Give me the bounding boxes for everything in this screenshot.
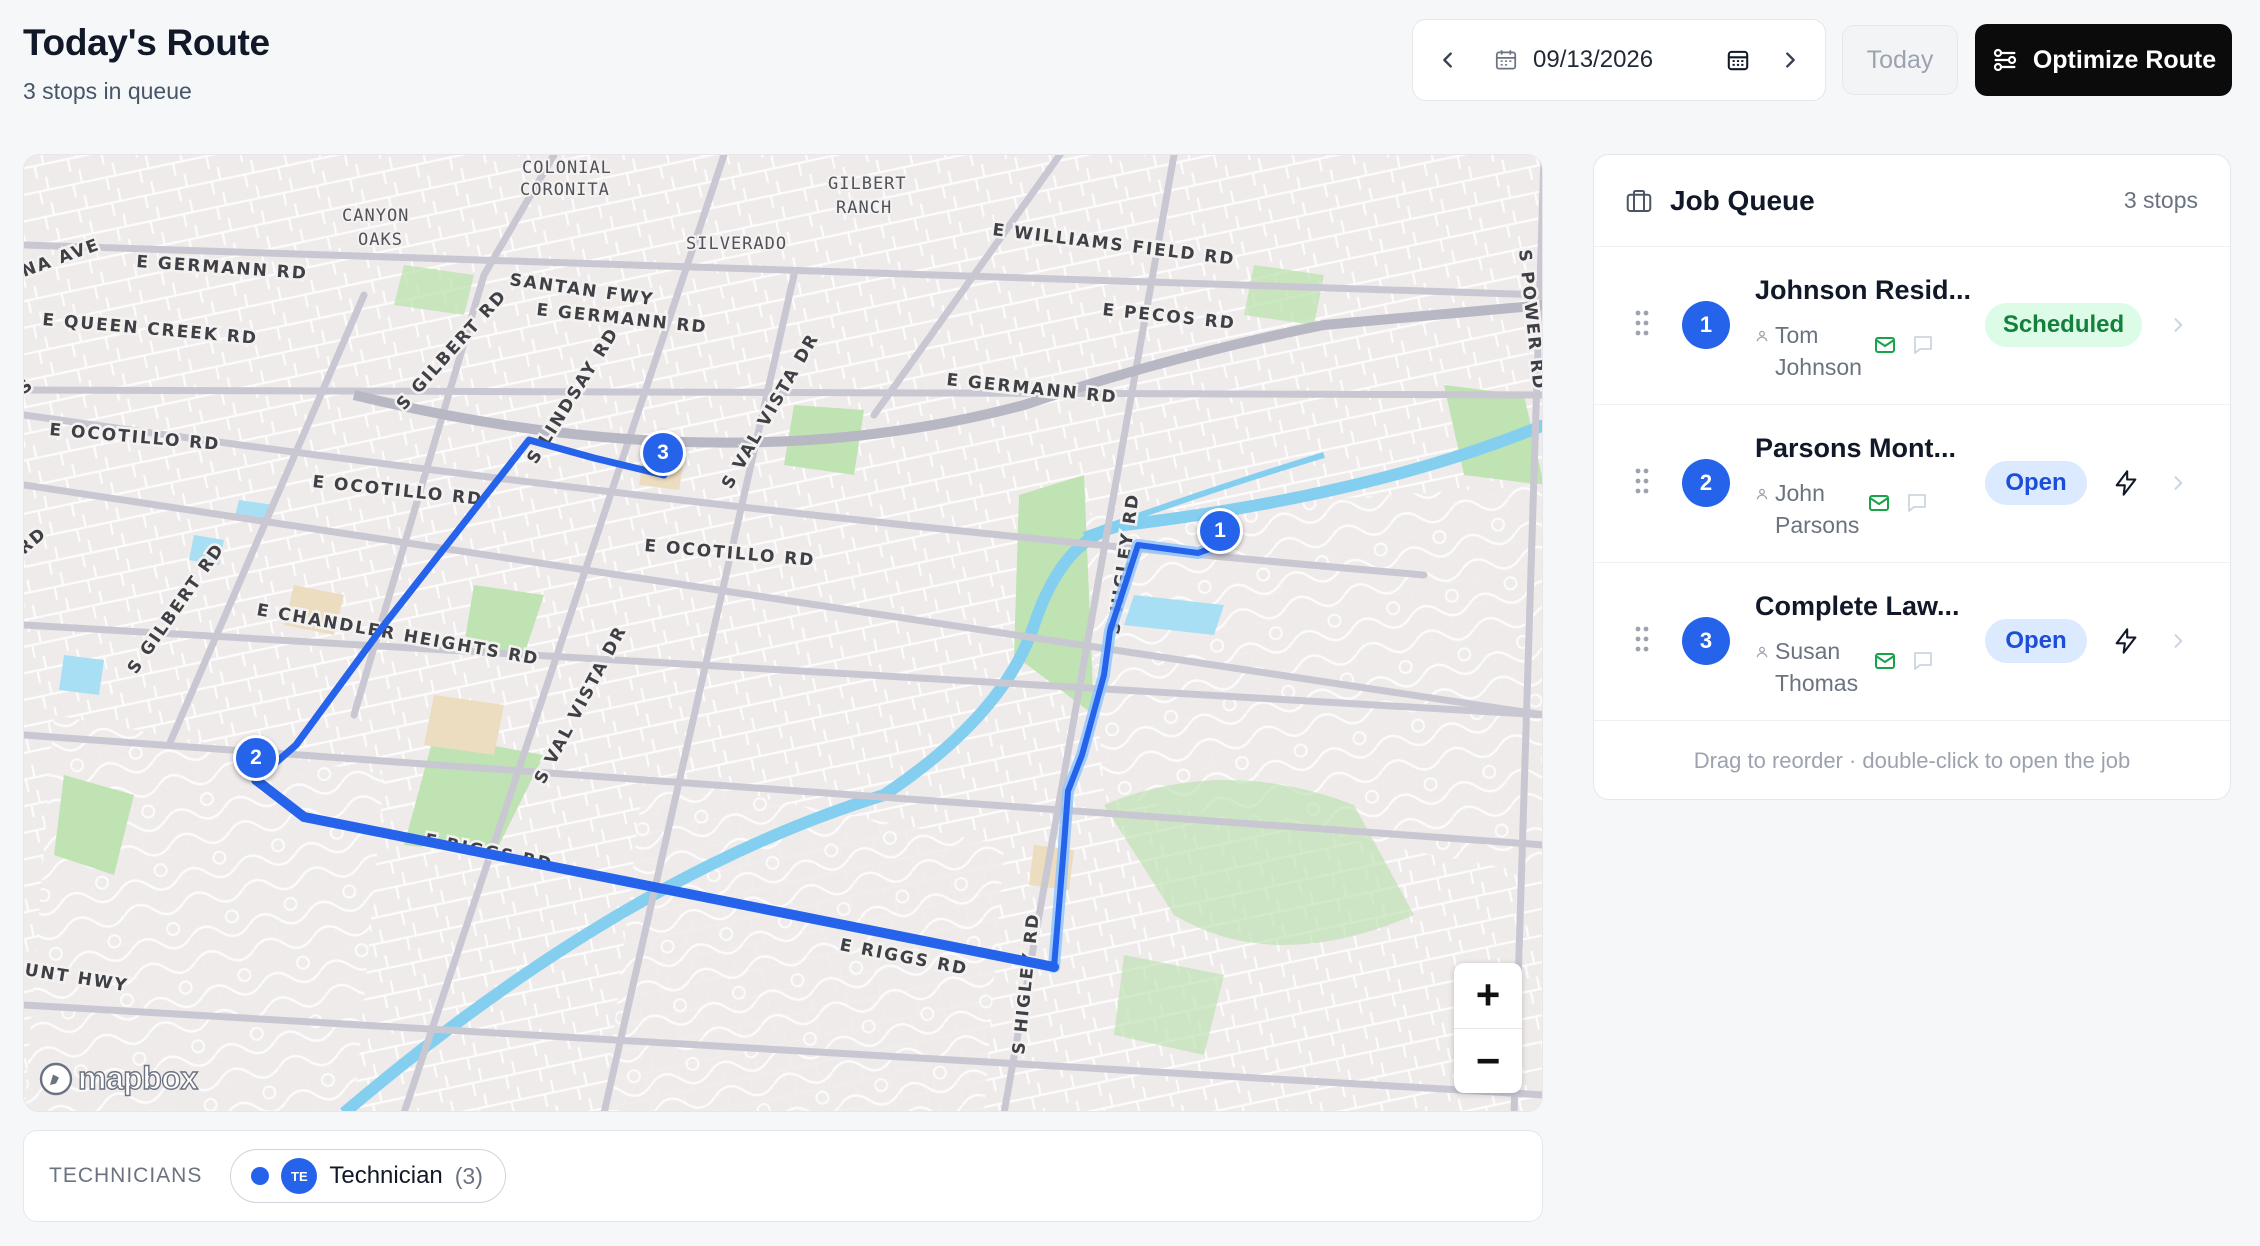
job-number-badge: 3 — [1682, 617, 1730, 665]
job-row[interactable]: 3 Complete Law... Susan Thomas Open — [1594, 563, 2230, 721]
mapbox-logo-icon — [38, 1061, 74, 1097]
page-subtitle: 3 stops in queue — [23, 78, 192, 104]
job-contact: Susan Thomas — [1755, 635, 1935, 699]
job-queue-panel: Job Queue 3 stops 1 Johnson Resid... Tom… — [1593, 154, 2231, 800]
contact-name: Tom Johnson — [1775, 322, 1862, 380]
job-number-badge: 2 — [1682, 459, 1730, 507]
technicians-label: TECHNICIANS — [49, 1164, 203, 1187]
job-number-badge: 1 — [1682, 301, 1730, 349]
optimize-route-label: Optimize Route — [2032, 45, 2217, 74]
technician-stop-count: (3) — [454, 1162, 483, 1189]
job-queue-header: Job Queue 3 stops — [1594, 155, 2230, 247]
date-input[interactable]: 09/13/2026 — [1483, 46, 1755, 74]
drag-handle-icon[interactable] — [1634, 467, 1650, 495]
person-icon — [1755, 329, 1769, 343]
chevron-right-icon[interactable] — [2168, 313, 2188, 337]
technician-color-dot — [251, 1167, 270, 1185]
job-contact: John Parsons — [1755, 477, 1929, 541]
route-map[interactable]: E GERMANN RD E QUEEN CREEK RD E OCOTILLO… — [23, 154, 1543, 1112]
mapbox-logo: mapbox — [38, 1059, 199, 1097]
area-label: GILBERT — [828, 174, 907, 194]
mail-icon[interactable] — [1867, 491, 1891, 515]
zoom-in-button[interactable]: + — [1454, 963, 1522, 1028]
chevron-right-icon — [1779, 49, 1801, 71]
calendar-icon — [1493, 47, 1519, 73]
message-icon[interactable] — [1911, 649, 1935, 673]
calendar-picker-icon[interactable] — [1725, 47, 1751, 73]
job-queue-hint: Drag to reorder · double-click to open t… — [1693, 748, 2131, 773]
area-label: COLONIAL — [522, 158, 612, 178]
drag-handle-icon[interactable] — [1634, 309, 1650, 337]
status-badge: Open — [1985, 461, 2087, 505]
map-marker-1[interactable]: 1 — [1197, 508, 1243, 554]
mail-icon[interactable] — [1873, 649, 1897, 673]
status-badge: Open — [1985, 619, 2087, 663]
zoom-controls: + − — [1454, 963, 1522, 1093]
area-label: CORONITA — [520, 180, 610, 200]
chevron-right-icon[interactable] — [2168, 471, 2188, 495]
map-marker-3[interactable]: 3 — [640, 430, 686, 476]
drag-handle-icon[interactable] — [1634, 625, 1650, 653]
technicians-bar: TECHNICIANS TE Technician (3) — [23, 1130, 1543, 1222]
contact-name: Susan Thomas — [1775, 638, 1859, 696]
zoom-out-button[interactable]: − — [1454, 1027, 1522, 1094]
briefcase-icon — [1624, 186, 1654, 216]
job-row[interactable]: 2 Parsons Mont... John Parsons Open — [1594, 405, 2230, 563]
person-icon — [1755, 487, 1769, 501]
mapbox-logo-text: mapbox — [77, 1059, 199, 1096]
chevron-right-icon[interactable] — [2168, 629, 2188, 653]
job-title: Parsons Mont... — [1755, 433, 1957, 463]
technician-chip[interactable]: TE Technician (3) — [230, 1149, 506, 1203]
job-row[interactable]: 1 Johnson Resid... Tom Johnson Scheduled — [1594, 247, 2230, 405]
area-label: CANYON — [342, 206, 409, 226]
chevron-left-icon — [1437, 49, 1459, 71]
job-title: Complete Law... — [1755, 591, 1960, 621]
message-icon[interactable] — [1911, 333, 1935, 357]
message-icon[interactable] — [1905, 491, 1929, 515]
page-title: Today's Route — [23, 22, 270, 63]
map-canvas[interactable]: E GERMANN RD E QUEEN CREEK RD E OCOTILLO… — [24, 155, 1543, 1112]
area-label: RANCH — [836, 198, 892, 218]
avatar: TE — [281, 1158, 318, 1194]
prev-day-button[interactable] — [1413, 20, 1483, 100]
person-icon — [1755, 645, 1769, 659]
map-marker-2[interactable]: 2 — [233, 735, 279, 781]
date-navigator: 09/13/2026 — [1412, 19, 1826, 101]
lightning-icon[interactable] — [2112, 627, 2140, 655]
sliders-icon — [1991, 46, 2019, 74]
next-day-button[interactable] — [1755, 20, 1825, 100]
mail-icon[interactable] — [1873, 333, 1897, 357]
date-value: 09/13/2026 — [1533, 46, 1654, 73]
job-queue-title: Job Queue — [1670, 184, 1815, 216]
job-title: Johnson Resid... — [1755, 275, 1972, 305]
area-label: SILVERADO — [686, 234, 787, 254]
area-label: OAKS — [358, 230, 403, 250]
today-button[interactable]: Today — [1842, 25, 1958, 95]
optimize-route-button[interactable]: Optimize Route — [1975, 24, 2232, 96]
contact-name: John Parsons — [1775, 480, 1860, 538]
status-badge: Scheduled — [1985, 303, 2142, 347]
job-queue-count: 3 stops — [2123, 187, 2198, 213]
job-contact: Tom Johnson — [1755, 319, 1935, 383]
lightning-icon[interactable] — [2112, 469, 2140, 497]
technician-name: Technician — [329, 1162, 443, 1189]
